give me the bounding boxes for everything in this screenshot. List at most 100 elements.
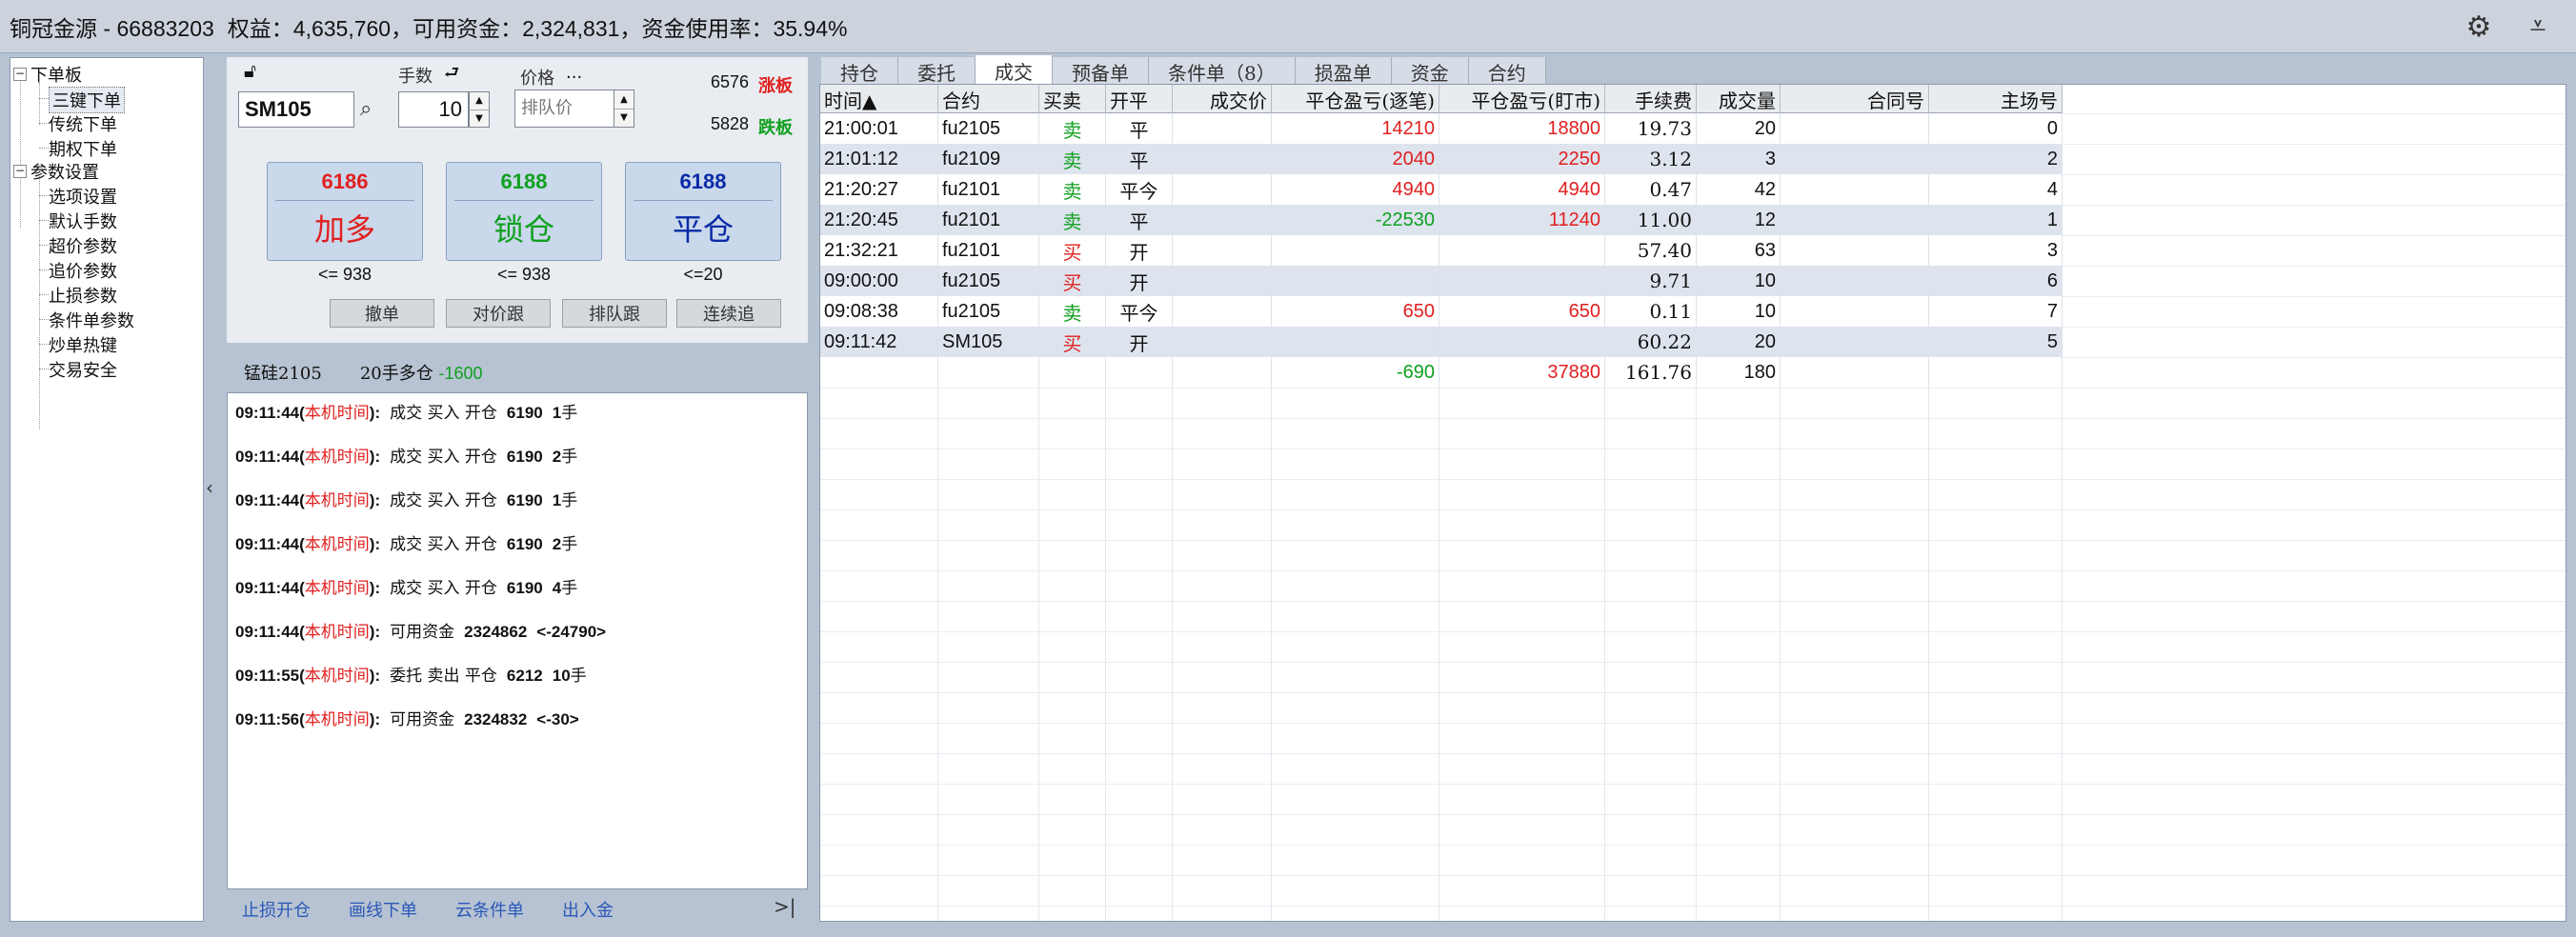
log-number: 2324862 [464,623,528,641]
column-header-cno[interactable]: 合同号 [1781,85,1929,113]
cell-time: 21:20:45 [820,205,938,235]
tree-item-settings-0[interactable]: 选项设置 [49,184,117,209]
column-header-time[interactable]: 时间▲ [820,85,938,113]
log-local-time-label: 本机时间 [304,404,370,423]
cell-contract: fu2101 [938,174,1039,205]
limit-up-price: 6576 [711,72,750,91]
table-row[interactable]: 09:08:38 fu2105 卖平今 650 650 0.11 10 7 [820,296,2063,327]
log-number: 6190 [506,491,543,509]
lots-stepper[interactable]: ▲ ▼ [469,91,490,128]
tab-5[interactable]: 损盈单 [1295,57,1392,86]
cell-cno [1781,327,1929,357]
log-bracket: ): [369,623,381,641]
price-stepper[interactable]: ▲ ▼ [614,90,634,128]
search-icon[interactable]: ⌕ [360,97,372,121]
tree-item-order-0[interactable]: 三键下单 [49,87,125,113]
deposit-withdraw-link[interactable]: 出入金 [562,897,614,922]
tab-1[interactable]: 委托 [898,57,976,86]
column-header-price[interactable]: 成交价 [1173,85,1272,113]
queue-follow-button[interactable]: 排队跟 [562,299,667,328]
log-unit: 手 [561,535,578,554]
cell-pnl2 [1439,235,1605,266]
close-position-button[interactable]: 6188 平仓 [625,162,781,261]
table-row[interactable]: 21:01:12 fu2109 卖平 2040 2250 3.12 3 2 [820,144,2063,174]
log-number: 2324832 [464,710,528,728]
tree-item-order-2[interactable]: 期权下单 [49,136,117,161]
tab-6[interactable]: 资金 [1391,57,1469,86]
tree-connector [39,319,49,320]
cell-oc: 开 [1106,266,1173,296]
column-header-vol[interactable]: 成交量 [1697,85,1781,113]
table-row[interactable]: 21:20:45 fu2101 卖平 -22530 11240 11.00 12 1 [820,205,2063,235]
cell-mno: 2 [1929,144,2063,174]
tree-item-settings-7[interactable]: 交易安全 [49,357,117,382]
table-row[interactable]: 09:00:00 fu2105 买开 9.71 10 6 [820,266,2063,296]
cell-pnl1: 2040 [1272,144,1439,174]
tab-7[interactable]: 合约 [1468,57,1546,86]
tree-item-settings-5[interactable]: 条件单参数 [49,308,134,332]
cell-contract: fu2101 [938,205,1039,235]
unlock-icon[interactable]: 🔓︎ [244,59,256,82]
tree-item-settings-3[interactable]: 追价参数 [49,258,117,283]
tab-0[interactable]: 持仓 [821,57,898,86]
table-row[interactable]: 21:32:21 fu2101 买开 57.40 63 3 [820,235,2063,266]
cell-contract: SM105 [938,327,1039,357]
counter-price-follow-button[interactable]: 对价跟 [446,299,551,328]
tree-root-settings[interactable]: − 参数设置 [13,159,99,184]
continuous-chase-button[interactable]: 连续追 [676,299,781,328]
column-header-fee[interactable]: 手续费 [1605,85,1697,113]
bottom-links: 止损开仓 画线下单 云条件单 出入金 [242,897,614,922]
cancel-order-button[interactable]: 撤单 [330,299,434,328]
tree-item-settings-2[interactable]: 超价参数 [49,233,117,258]
column-header-pnl2[interactable]: 平仓盈亏(盯市) [1439,85,1605,113]
cell-fee: 60.22 [1605,327,1697,357]
contract-input[interactable]: SM105 [238,91,354,128]
expand-right-icon[interactable]: >| [774,895,796,918]
tab-2[interactable]: 成交 [976,55,1053,86]
cell-side: 买 [1039,266,1106,296]
column-header-mno[interactable]: 主场号 [1929,85,2063,113]
cell-vol: 20 [1697,327,1781,357]
cell-contract: fu2105 [938,266,1039,296]
cell-vol: 10 [1697,266,1781,296]
cell-time: 21:01:12 [820,144,938,174]
lots-label: 手数 [398,67,433,87]
switch-icon[interactable]: ⮐ [444,61,459,90]
log-local-time-label: 本机时间 [304,535,370,554]
log-entry: 09:11:44(本机时间): 成交 买入 开仓 6190 2手 [235,443,577,467]
table-row[interactable]: 21:00:01 fu2105 卖平 14210 18800 19.73 20 0 [820,113,2063,144]
minimize-down-icon[interactable]: ⩡ [2523,10,2553,42]
cell-fee: 57.40 [1605,235,1697,266]
table-row[interactable]: 09:11:42 SM105 买开 60.22 20 5 [820,327,2063,357]
tree-item-settings-6[interactable]: 炒单热键 [49,332,117,357]
collapse-icon[interactable]: − [13,165,27,178]
tree-item-order-1[interactable]: 传统下单 [49,111,117,136]
cell-price [1173,296,1272,327]
lots-input[interactable]: 10 [398,91,469,128]
price-more-icon[interactable]: ... [566,63,582,83]
column-header-oc[interactable]: 开平 [1106,85,1173,113]
column-header-contract[interactable]: 合约 [938,85,1039,113]
tree-root-order-panel[interactable]: − 下单板 [13,62,82,87]
cloud-condition-order-link[interactable]: 云条件单 [455,897,524,922]
stop-loss-open-link[interactable]: 止损开仓 [242,897,311,922]
tree-item-settings-1[interactable]: 默认手数 [49,209,117,233]
collapse-icon[interactable]: − [13,68,27,81]
collapse-left-icon[interactable]: ‹ [206,476,213,499]
line-order-link[interactable]: 画线下单 [349,897,417,922]
log-qty: 4 [552,579,562,597]
buy-open-button[interactable]: 6186 加多 [267,162,423,261]
price-input[interactable]: 排队价 [514,90,615,128]
tab-4[interactable]: 条件单（8） [1149,57,1296,86]
log-local-time-label: 本机时间 [304,710,370,729]
cell-mno [1929,357,2063,388]
gear-icon[interactable]: ⚙ [2464,11,2494,43]
tree-item-settings-4[interactable]: 止损参数 [49,283,117,308]
tab-3[interactable]: 预备单 [1053,57,1149,86]
lock-position-button[interactable]: 6188 锁仓 [446,162,602,261]
table-row[interactable]: 21:20:27 fu2101 卖平今 4940 4940 0.47 42 4 [820,174,2063,205]
column-header-pnl1[interactable]: 平仓盈亏(逐笔) [1272,85,1439,113]
table-header: 时间▲ 合约 买卖 开平 成交价 平仓盈亏(逐笔) 平仓盈亏(盯市) 手续费 成交量 合同号 主场号 [820,85,2063,113]
close-limit: <=20 [683,265,723,284]
column-header-side[interactable]: 买卖 [1039,85,1106,113]
